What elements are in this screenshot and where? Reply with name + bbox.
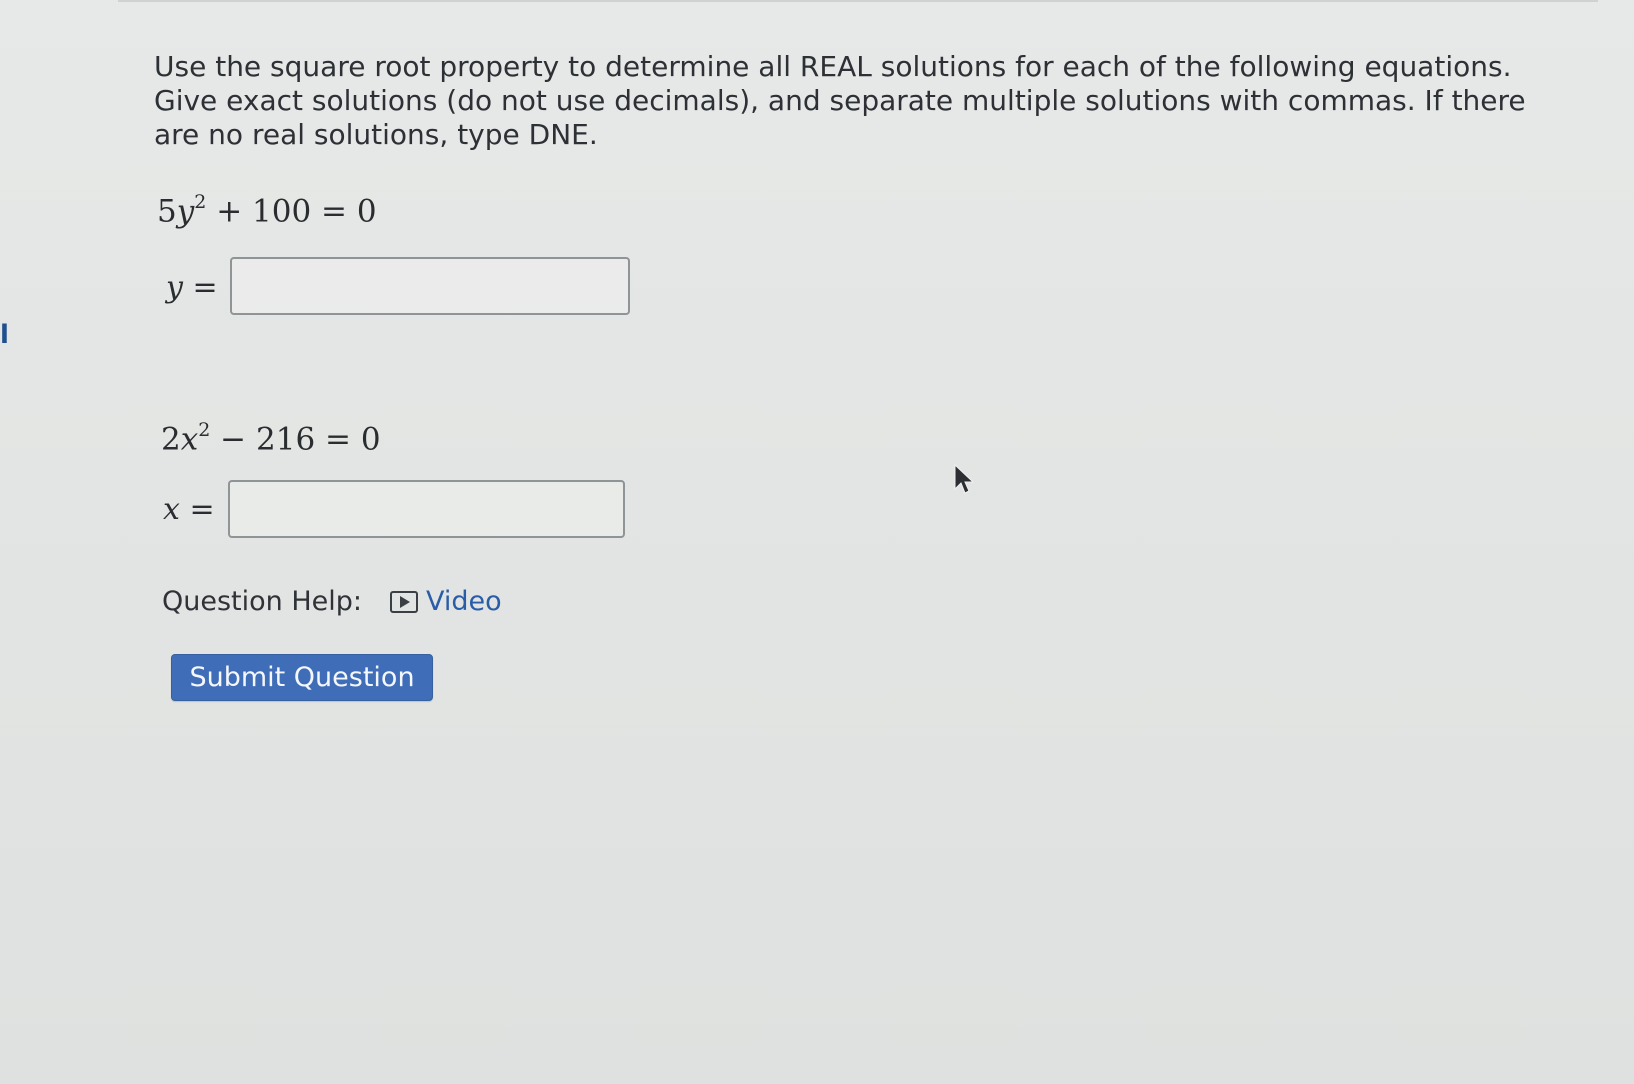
- answer-2-equals: =: [179, 492, 215, 527]
- equation-1: 5y2 + 100 = 0: [157, 186, 377, 229]
- answer-1-variable: y: [166, 270, 183, 305]
- equation-1-var: y: [176, 193, 195, 230]
- video-help-label: Video: [426, 586, 502, 617]
- video-help-link[interactable]: Video: [390, 583, 502, 621]
- answer-2-input[interactable]: [228, 480, 625, 538]
- equation-2-rest: − 216 = 0: [210, 421, 381, 458]
- equation-1-rest: + 100 = 0: [206, 193, 377, 230]
- question-page: l Use the square root property to determ…: [0, 0, 1634, 1084]
- question-instructions: Use the square root property to determin…: [154, 50, 1526, 151]
- question-help-label: Question Help:: [162, 586, 362, 617]
- video-play-icon: [390, 591, 418, 613]
- question-help: Question Help: Video: [162, 583, 502, 621]
- answer-2-variable: x: [163, 492, 180, 527]
- answer-2-label: x =: [163, 492, 215, 528]
- equation-2-power: 2: [198, 419, 211, 441]
- answer-1-label: y =: [166, 270, 218, 306]
- mouse-cursor-icon: [954, 464, 975, 494]
- equation-1-power: 2: [194, 191, 207, 213]
- equation-2-var: x: [180, 421, 199, 458]
- equation-2: 2x2 − 216 = 0: [161, 414, 381, 457]
- equation-2-coef: 2: [161, 421, 181, 458]
- answer-1-equals: =: [182, 270, 218, 305]
- answer-1-input[interactable]: [230, 257, 630, 315]
- top-border: [118, 0, 1598, 2]
- equation-1-coef: 5: [157, 193, 177, 230]
- submit-question-button[interactable]: Submit Question: [171, 654, 433, 701]
- left-edge-fragment: l: [0, 320, 9, 350]
